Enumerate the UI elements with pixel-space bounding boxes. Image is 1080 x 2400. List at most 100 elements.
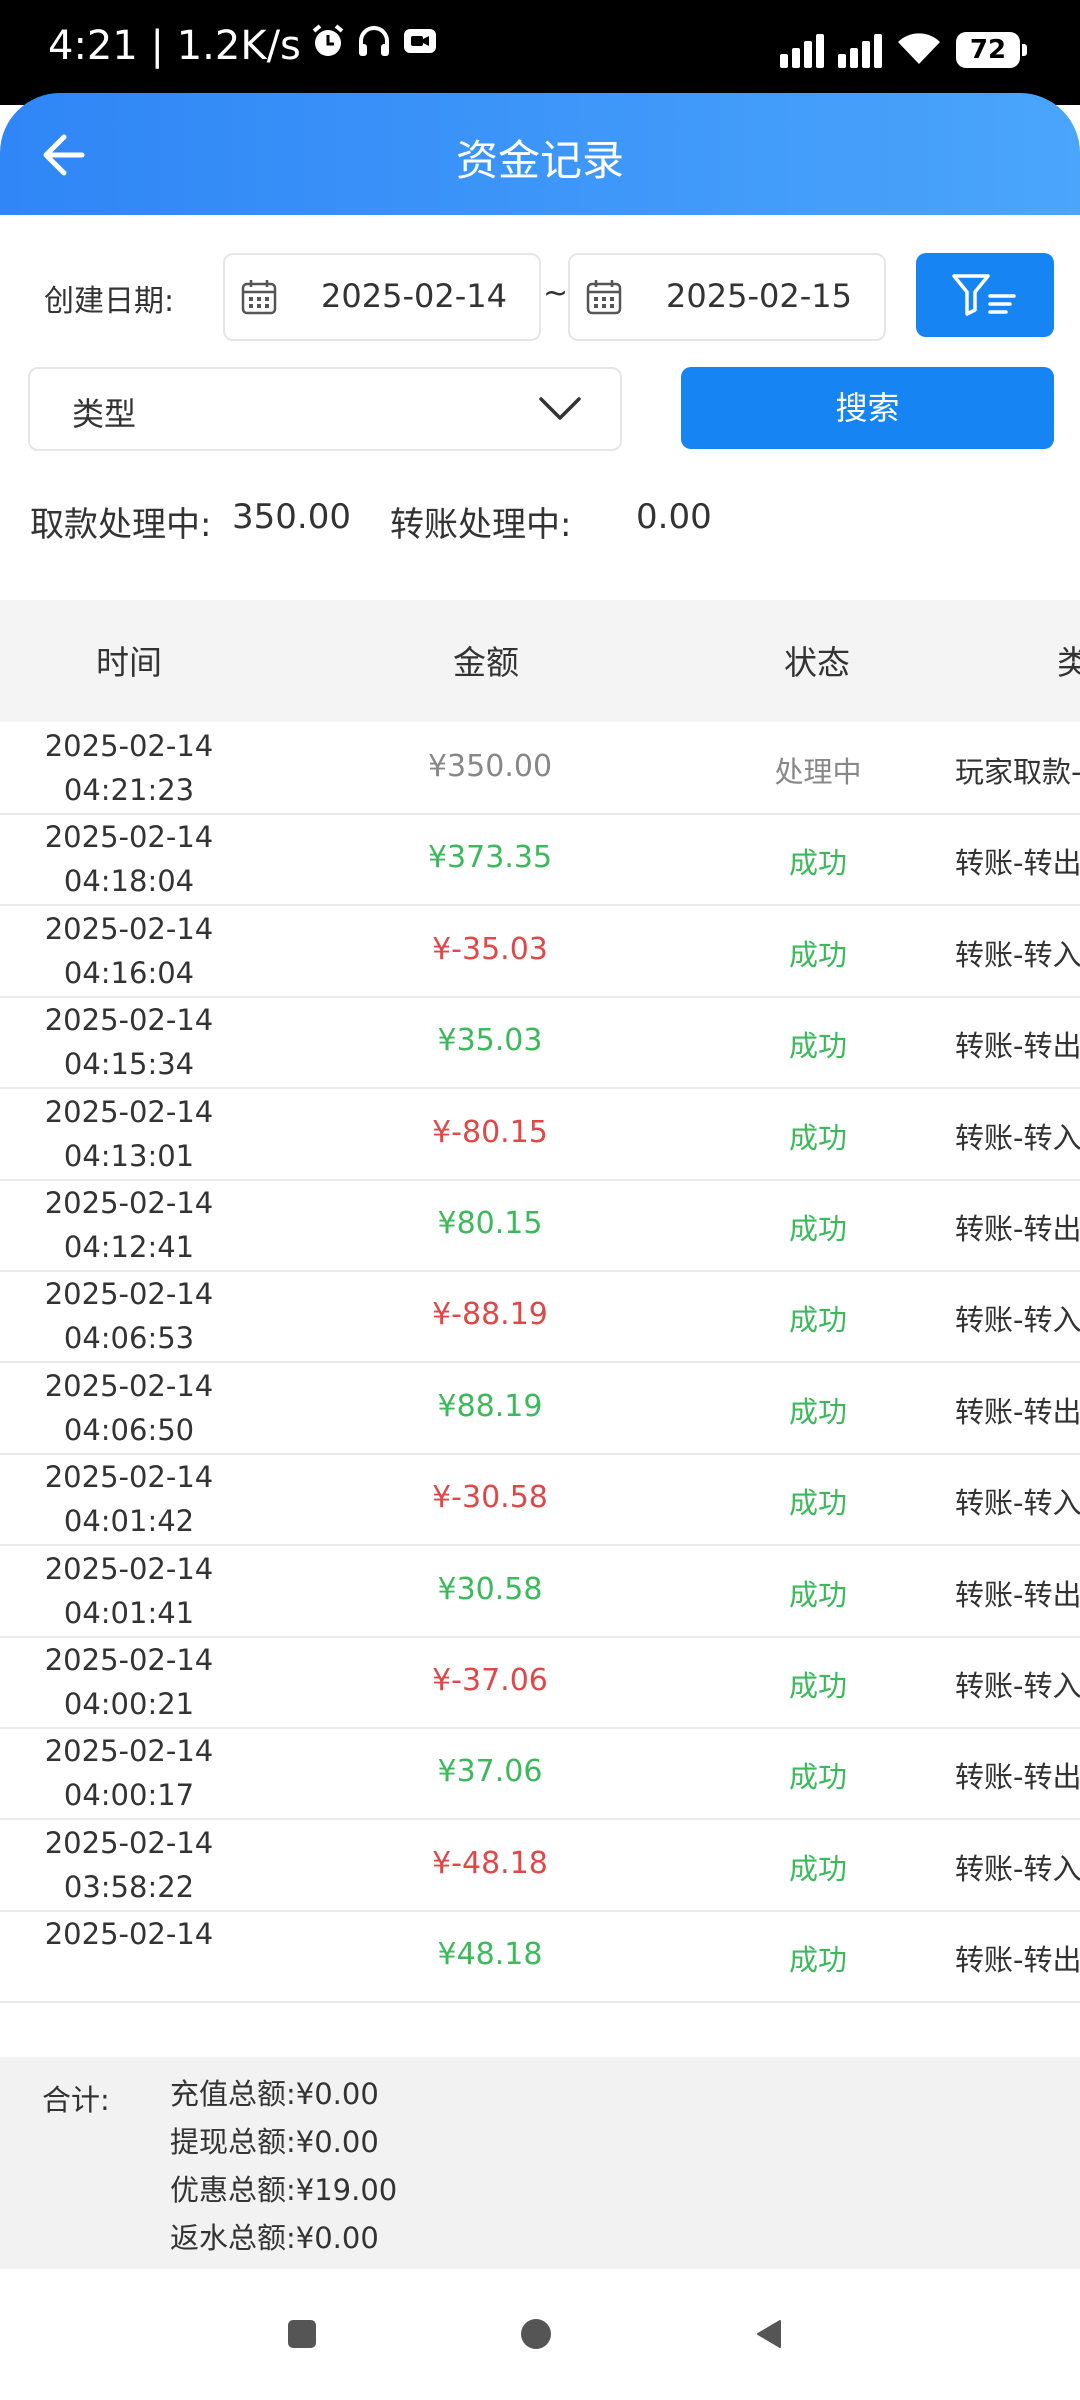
- alarm-icon: [309, 22, 347, 70]
- cell-date-text: 2025-02-14: [44, 911, 214, 946]
- column-header-type: 类: [1057, 643, 1080, 682]
- summary-recharge-label: 充值总额:: [170, 2077, 296, 2111]
- cell-status: 成功: [788, 1851, 847, 1886]
- cell-time: 2025-02-14 04:01:42: [0, 1455, 258, 1543]
- type-select-value: 类型: [72, 395, 137, 433]
- summary-bonus: 优惠总额:¥19.00: [170, 2167, 397, 2209]
- search-button[interactable]: 搜索: [681, 367, 1054, 449]
- summary-recharge: 充值总额:¥0.00: [170, 2071, 379, 2113]
- cell-time-text: 04:01:42: [63, 1504, 195, 1539]
- cell-type: 玩家取款-: [955, 755, 1080, 789]
- home-icon[interactable]: [520, 2318, 552, 2350]
- cell-status: 成功: [788, 1669, 847, 1703]
- table-row[interactable]: 2025-02-14 04:01:41 ¥30.58 成功 转账-转出: [0, 1545, 1080, 1638]
- cell-time: 2025-02-14 04:00:17: [0, 1729, 258, 1817]
- cell-time-text: 04:00:21: [63, 1687, 195, 1721]
- type-select[interactable]: 类型: [28, 367, 622, 451]
- summary-bonus-label: 优惠总额:: [170, 2173, 296, 2207]
- chevron-down-icon: [538, 391, 582, 431]
- cell-time: 2025-02-14 04:21:23: [0, 724, 258, 812]
- cell-time: 2025-02-14 04:01:41: [0, 1547, 258, 1635]
- cell-status: 成功: [788, 937, 847, 972]
- cell-date-text: 2025-02-14: [44, 729, 214, 763]
- cell-amount: ¥30.58: [437, 1571, 543, 1607]
- system-nav-bar: [0, 2269, 1080, 2400]
- status-time-speed: 4:21 | 1.2K/s: [48, 23, 301, 69]
- cell-date-text: 2025-02-14: [44, 820, 214, 855]
- back-nav-icon[interactable]: [753, 2319, 783, 2349]
- table-row[interactable]: 2025-02-14 ¥48.18 成功 转账-转出: [0, 1910, 1080, 2004]
- screen-record-icon: [401, 22, 439, 70]
- cell-time-text: 03:58:22: [63, 1869, 195, 1904]
- cell-time-text: 04:15:34: [63, 1047, 195, 1082]
- summary-rebate-label: 返水总额:: [170, 2221, 296, 2255]
- table-row[interactable]: 2025-02-14 04:12:41 ¥80.15 成功 转账-转出: [0, 1179, 1080, 1272]
- table-row[interactable]: 2025-02-14 04:16:04 ¥-35.03 成功 转账-转入: [0, 905, 1080, 998]
- table-row[interactable]: 2025-02-14 04:18:04 ¥373.35 成功 转账-转出: [0, 813, 1080, 907]
- cell-amount: ¥-48.18: [432, 1845, 548, 1881]
- recents-icon[interactable]: [287, 2319, 317, 2349]
- cell-type: 转账-转出: [955, 1212, 1080, 1246]
- column-header-time: 时间: [96, 643, 162, 682]
- summary-rebate-value: ¥0.00: [295, 2221, 379, 2255]
- cell-type: 转账-转入: [955, 1669, 1080, 1703]
- withdraw-pending-value: 350.00: [232, 497, 351, 537]
- cell-amount: ¥-88.19: [432, 1297, 548, 1333]
- cell-time: 2025-02-14 03:58:22: [0, 1821, 258, 1909]
- summary-panel: 合计: 充值总额:¥0.00 提现总额:¥0.00 优惠总额:¥19.00 返水…: [0, 2057, 1080, 2269]
- table-row[interactable]: 2025-02-14 04:01:42 ¥-30.58 成功 转账-转入: [0, 1453, 1080, 1547]
- cell-time: 2025-02-14 04:06:50: [0, 1364, 258, 1452]
- signal-icon-2: [838, 32, 882, 68]
- cell-status: 成功: [788, 1760, 847, 1795]
- cell-amount: ¥-35.03: [432, 931, 548, 967]
- cell-amount: ¥373.35: [427, 840, 553, 876]
- cell-status: 成功: [788, 1212, 847, 1246]
- status-bar: 4:21 | 1.2K/s 72: [0, 0, 1080, 105]
- transfer-pending-label: 转账处理中:: [390, 505, 572, 545]
- end-date-field[interactable]: 2025-02-15: [568, 253, 886, 341]
- cell-amount: ¥37.06: [437, 1754, 543, 1790]
- table-row[interactable]: 2025-02-14 04:00:17 ¥37.06 成功 转账-转出: [0, 1727, 1080, 1821]
- page-title: 资金记录: [455, 136, 624, 185]
- start-date-field[interactable]: 2025-02-14: [223, 253, 541, 341]
- cell-amount: ¥80.15: [437, 1206, 543, 1241]
- start-date-value: 2025-02-14: [321, 277, 507, 315]
- cell-time: 2025-02-14 04:12:41: [0, 1181, 258, 1269]
- filter-button[interactable]: [916, 253, 1054, 337]
- wifi-icon: [896, 30, 942, 70]
- summary-withdraw: 提现总额:¥0.00: [170, 2119, 379, 2161]
- table-row[interactable]: 2025-02-14 04:06:50 ¥88.19 成功 转账-转出: [0, 1362, 1080, 1455]
- cell-type: 转账-转入: [955, 1120, 1080, 1155]
- end-date-value: 2025-02-15: [666, 277, 852, 315]
- cell-time: 2025-02-14 04:13:01: [0, 1090, 258, 1178]
- cell-time-text: 04:06:53: [63, 1321, 195, 1356]
- summary-withdraw-value: ¥0.00: [295, 2125, 379, 2159]
- table-row[interactable]: 2025-02-14 04:21:23 ¥350.00 处理中 玩家取款-: [0, 722, 1080, 815]
- headphones-icon: [355, 22, 393, 70]
- cell-date-text: 2025-02-14: [44, 1734, 214, 1769]
- table-row[interactable]: 2025-02-14 04:00:21 ¥-37.06 成功 转账-转入: [0, 1636, 1080, 1729]
- cell-type: 转账-转出: [955, 846, 1080, 881]
- table-row[interactable]: 2025-02-14 04:15:34 ¥35.03 成功 转账-转出: [0, 996, 1080, 1090]
- cell-time: 2025-02-14 04:00:21: [0, 1638, 258, 1726]
- battery-icon: 72: [956, 32, 1027, 68]
- table-row[interactable]: 2025-02-14 04:13:01 ¥-80.15 成功 转账-转入: [0, 1088, 1080, 1181]
- cell-date-text: 2025-02-14: [44, 1186, 214, 1220]
- cell-type: 转账-转入: [955, 1851, 1080, 1886]
- status-right: 72: [780, 30, 1027, 70]
- cell-date-text: 2025-02-14: [44, 1825, 214, 1860]
- table-row[interactable]: 2025-02-14 03:58:22 ¥-48.18 成功 转账-转入: [0, 1819, 1080, 1912]
- date-separator: ~: [543, 276, 569, 311]
- cell-status: 成功: [788, 1943, 847, 1978]
- app-header: 资金记录: [0, 93, 1080, 215]
- cell-status: 处理中: [774, 755, 862, 789]
- summary-recharge-value: ¥0.00: [295, 2077, 379, 2111]
- cell-amount: ¥-37.06: [432, 1663, 548, 1698]
- cell-time: 2025-02-14: [0, 1912, 258, 1956]
- table-row[interactable]: 2025-02-14 04:06:53 ¥-88.19 成功 转账-转入: [0, 1270, 1080, 1364]
- cell-amount: ¥350.00: [427, 749, 553, 784]
- cell-amount: ¥-80.15: [432, 1114, 548, 1150]
- status-left: 4:21 | 1.2K/s: [48, 22, 439, 70]
- battery-level: 72: [969, 35, 1007, 65]
- cell-amount: ¥88.19: [437, 1388, 543, 1424]
